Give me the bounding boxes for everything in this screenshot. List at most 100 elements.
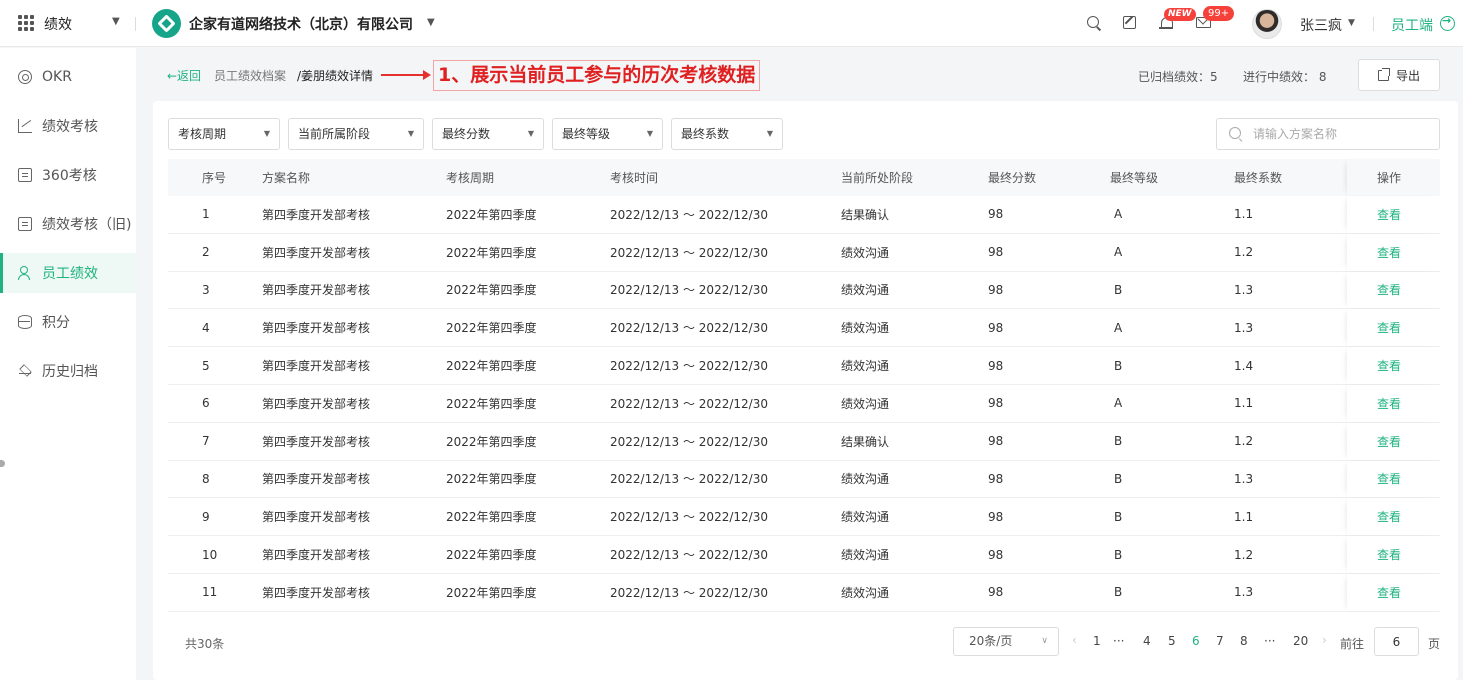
cell-index: 11 (202, 585, 218, 600)
chevron-down-icon[interactable]: ▼ (112, 16, 120, 27)
view-link[interactable]: 查看 (1377, 309, 1401, 346)
new-badge: NEW (1164, 8, 1196, 21)
cell-stage: 绩效沟通 (841, 245, 890, 260)
database-icon (18, 315, 32, 329)
cell-score: 98 (988, 547, 1004, 562)
page-5[interactable]: 5 (1168, 634, 1176, 648)
coefficient-filter[interactable]: 最终系数 ▼ (671, 118, 783, 150)
page-4[interactable]: 4 (1143, 634, 1151, 648)
score-filter[interactable]: 最终分数 ▼ (432, 118, 544, 150)
page-7[interactable]: 7 (1216, 634, 1224, 648)
cell-grade: B (1114, 585, 1123, 600)
column-header: 序号 (202, 171, 227, 185)
cell-stage: 绩效沟通 (841, 510, 890, 525)
column-header: 方案名称 (262, 171, 311, 185)
module-switcher[interactable]: 绩效 (44, 14, 72, 34)
search-input[interactable] (1253, 125, 1433, 143)
edit-icon[interactable] (1123, 16, 1136, 29)
table-row: 9 第四季度开发部考核 2022年第四季度 2022/12/13 ～ 2022/… (168, 498, 1440, 537)
table-header: 序号 方案名称 考核周期 考核时间 当前所处阶段 最终分数 最终等级 最终系数 … (168, 159, 1440, 196)
avatar[interactable] (1252, 9, 1282, 39)
apps-grid-icon[interactable] (18, 15, 34, 31)
table-row: 3 第四季度开发部考核 2022年第四季度 2022/12/13 ～ 2022/… (168, 272, 1440, 310)
cell-period: 2022年第四季度 (446, 359, 537, 374)
cell-stage: 结果确认 (841, 207, 890, 222)
period-filter[interactable]: 考核周期 ▼ (168, 118, 280, 150)
column-header: 当前所处阶段 (841, 171, 914, 185)
top-bar: 绩效 ▼ 企家有道网络技术（北京）有限公司 ▼ NEW 99+ 张三疯 ▼ 员工… (0, 0, 1463, 47)
cell-period: 2022年第四季度 (446, 434, 537, 449)
column-header: 最终系数 (1234, 171, 1283, 185)
sidebar-item-history-archive[interactable]: 历史归档 (0, 351, 136, 391)
cell-score: 98 (988, 207, 1004, 222)
sidebar-item-label: 员工绩效 (42, 266, 98, 282)
cell-period: 2022年第四季度 (446, 585, 537, 600)
view-link[interactable]: 查看 (1377, 461, 1401, 498)
sidebar-item-360-review[interactable]: 360考核 (0, 155, 136, 195)
cell-stage: 结果确认 (841, 434, 890, 449)
cell-coefficient: 1.4 (1234, 358, 1254, 373)
view-link[interactable]: 查看 (1377, 423, 1401, 460)
search-icon[interactable] (1086, 15, 1102, 31)
column-header: 最终分数 (988, 171, 1037, 185)
view-link[interactable]: 查看 (1377, 574, 1401, 611)
cell-score: 98 (988, 358, 1004, 373)
back-link[interactable]: ←返回 (167, 67, 201, 84)
chevron-down-icon[interactable]: ▼ (1348, 18, 1355, 28)
employee-portal-link[interactable]: 员工端 (1391, 15, 1433, 35)
company-switcher[interactable]: 企家有道网络技术（北京）有限公司 (189, 14, 413, 34)
page-8[interactable]: 8 (1240, 634, 1248, 648)
cell-stage: 绩效沟通 (841, 359, 890, 374)
user-menu[interactable]: 张三疯 (1300, 15, 1342, 35)
goto-page-input[interactable] (1374, 627, 1419, 656)
sidebar-item-points[interactable]: 积分 (0, 302, 136, 342)
prev-page-icon[interactable]: ‹ (1072, 633, 1077, 647)
grade-filter[interactable]: 最终等级 ▼ (552, 118, 663, 150)
page-6-current[interactable]: 6 (1192, 634, 1200, 648)
arrow-right-circle-icon[interactable] (1440, 14, 1455, 31)
cell-grade: A (1114, 245, 1123, 260)
chevron-down-icon[interactable]: ▼ (427, 17, 435, 28)
table-row: 2 第四季度开发部考核 2022年第四季度 2022/12/13 ～ 2022/… (168, 234, 1440, 272)
next-page-icon[interactable]: › (1322, 633, 1327, 647)
page-size-value: 20条/页 (969, 634, 1013, 648)
page-size-select[interactable]: 20条/页 ∨ (953, 627, 1059, 656)
stage-filter[interactable]: 当前所属阶段 ▼ (288, 118, 424, 150)
cell-score: 98 (988, 471, 1004, 486)
sidebar-item-performance-review[interactable]: 绩效考核 (0, 106, 136, 146)
cell-score: 98 (988, 320, 1004, 335)
view-link[interactable]: 查看 (1377, 234, 1401, 271)
archived-count: 已归档绩效：5 (1138, 70, 1218, 84)
page-ellipsis[interactable]: ··· (1113, 634, 1124, 648)
cell-coefficient: 1.2 (1234, 434, 1254, 449)
view-link[interactable]: 查看 (1377, 498, 1401, 535)
column-header: 考核时间 (610, 171, 659, 185)
breadcrumb-parent[interactable]: 员工绩效档案 (214, 67, 286, 84)
cell-grade: B (1114, 434, 1123, 449)
sidebar: OKR 绩效考核 360考核 绩效考核（旧) 员工绩效 积分 历史归档 (0, 48, 136, 680)
column-header: 最终等级 (1110, 171, 1159, 185)
cell-grade: B (1114, 282, 1123, 297)
sidebar-item-okr[interactable]: OKR (0, 57, 136, 97)
cell-plan-name: 第四季度开发部考核 (262, 434, 371, 449)
view-link[interactable]: 查看 (1377, 385, 1401, 422)
export-button[interactable]: 导出 (1358, 59, 1440, 91)
view-link[interactable]: 查看 (1377, 347, 1401, 384)
cell-index: 8 (202, 471, 210, 486)
annotation-note: 1、展示当前员工参与的历次考核数据 (433, 60, 761, 91)
page-ellipsis[interactable]: ··· (1264, 634, 1275, 648)
cell-plan-name: 第四季度开发部考核 (262, 283, 371, 298)
cell-grade: A (1114, 207, 1123, 222)
cell-time: 2022/12/13 ～ 2022/12/30 (610, 207, 768, 222)
cell-period: 2022年第四季度 (446, 396, 537, 411)
sidebar-item-performance-review-old[interactable]: 绩效考核（旧) (0, 204, 136, 244)
plan-search-box[interactable] (1216, 118, 1440, 150)
view-link[interactable]: 查看 (1377, 536, 1401, 573)
sidebar-item-employee-performance[interactable]: 员工绩效 (0, 253, 136, 293)
page-20[interactable]: 20 (1293, 634, 1308, 648)
page-1[interactable]: 1 (1093, 634, 1101, 648)
view-link[interactable]: 查看 (1377, 196, 1401, 233)
cell-index: 2 (202, 245, 210, 260)
grade-filter-label: 最终等级 (562, 127, 611, 141)
view-link[interactable]: 查看 (1377, 272, 1401, 309)
